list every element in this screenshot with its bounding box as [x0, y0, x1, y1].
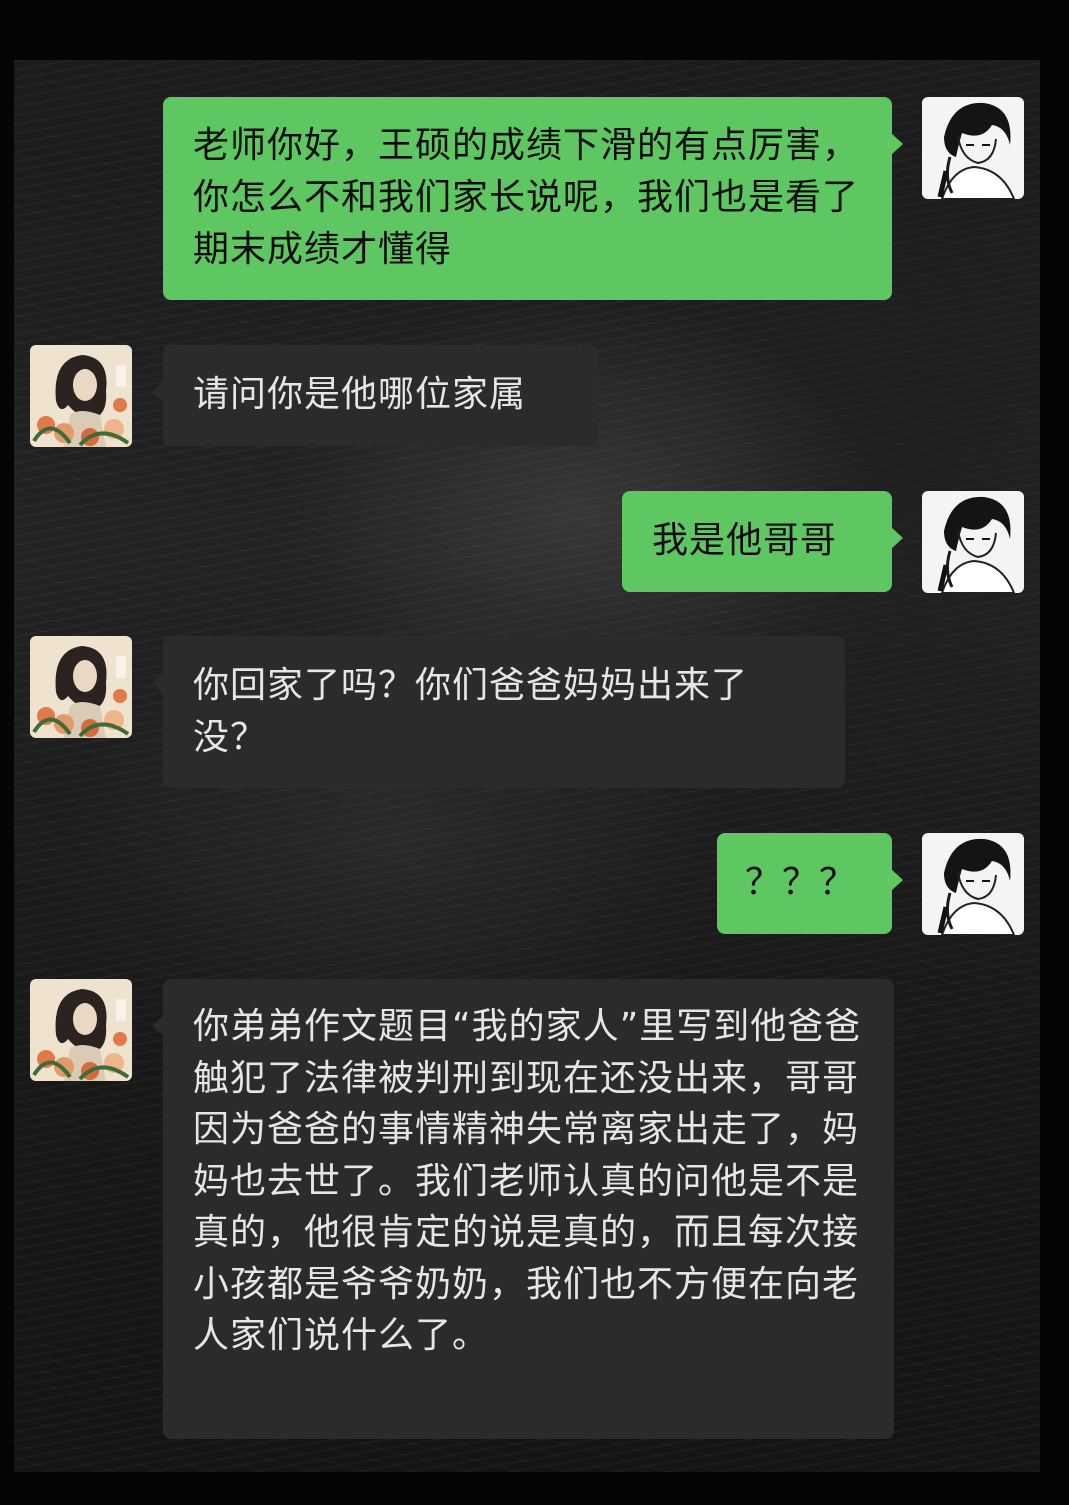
- anime-boy-avatar-icon: [922, 491, 1024, 593]
- anime-boy-avatar-icon: [922, 833, 1024, 935]
- message-text: ？？？: [745, 862, 857, 903]
- message-bubble-sent[interactable]: 我是他哥哥: [622, 491, 903, 592]
- message-text: 请问你是他哪位家属: [193, 374, 527, 415]
- message-text: 老师你好，王硕的成绩下滑的有点厉害，你怎么不和我们家长说呢，我们也是看了期末成绩…: [193, 125, 860, 270]
- message-bubble-sent[interactable]: ？？？: [717, 833, 903, 934]
- message-text: 你回家了吗？你们爸爸妈妈出来了没？: [193, 665, 749, 758]
- contact-avatar[interactable]: [30, 345, 132, 447]
- message-bubble-received[interactable]: 请问你是他哪位家属: [152, 345, 598, 446]
- message-bubble-received[interactable]: 你弟弟作文题目“我的家人”里写到他爸爸触犯了法律被判刑到现在还没出来，哥哥因为爸…: [152, 979, 894, 1439]
- woman-with-flowers-avatar-icon: [30, 979, 132, 1081]
- message-bubble-received[interactable]: 你回家了吗？你们爸爸妈妈出来了没？: [152, 636, 845, 788]
- message-bubble-sent[interactable]: 老师你好，王硕的成绩下滑的有点厉害，你怎么不和我们家长说呢，我们也是看了期末成绩…: [163, 97, 903, 300]
- self-avatar[interactable]: [922, 97, 1024, 199]
- anime-boy-avatar-icon: [922, 97, 1024, 199]
- contact-avatar[interactable]: [30, 636, 132, 738]
- woman-with-flowers-avatar-icon: [30, 636, 132, 738]
- self-avatar[interactable]: [922, 491, 1024, 593]
- message-text: 你弟弟作文题目“我的家人”里写到他爸爸触犯了法律被判刑到现在还没出来，哥哥因为爸…: [193, 1006, 862, 1356]
- message-text: 我是他哥哥: [652, 520, 838, 561]
- contact-avatar[interactable]: [30, 979, 132, 1081]
- woman-with-flowers-avatar-icon: [30, 345, 132, 447]
- self-avatar[interactable]: [922, 833, 1024, 935]
